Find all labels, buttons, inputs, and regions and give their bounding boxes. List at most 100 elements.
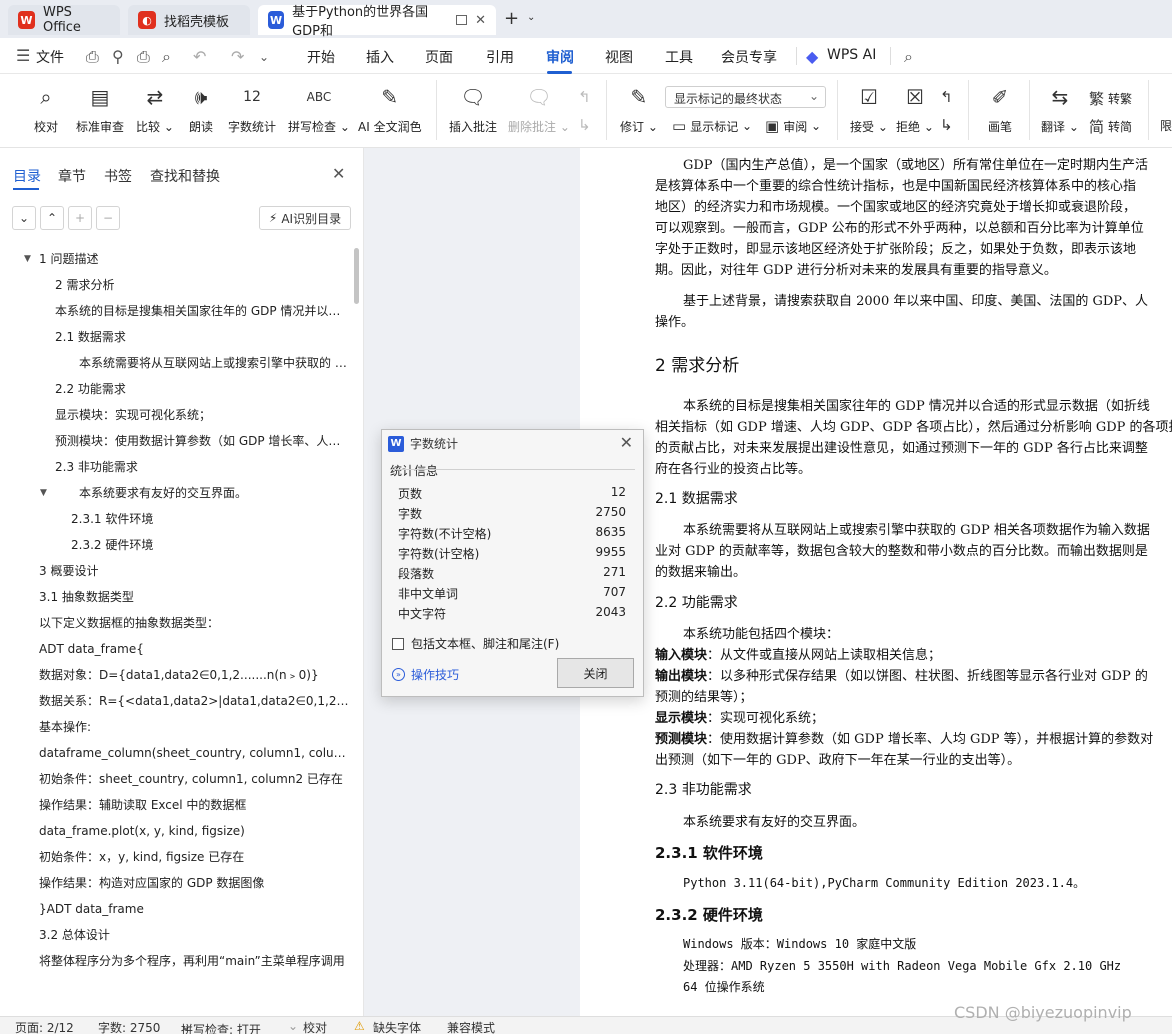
nav-tab-toc[interactable]: 目录 [13,166,41,186]
nav-tab-find-replace[interactable]: 查找和替换 [150,166,220,186]
limit-button[interactable]: 限 [1160,117,1172,134]
collapse-all-icon[interactable]: ⌄ [12,206,36,230]
nav-tab-bookmark[interactable]: 书签 [104,166,132,186]
insert-comment-button[interactable]: 🗨 插入批注 [449,82,497,135]
toc-item[interactable]: data_frame.plot(x, y, kind, figsize) [0,818,350,844]
expand-up-icon[interactable]: ⌃ [40,206,64,230]
delete-comment-button[interactable]: 🗨 删除批注 ⌄ [508,82,570,135]
toc-item[interactable]: 将整体程序分为多个程序，再利用“main”主菜单程序调用 [0,948,350,974]
toc-item[interactable]: 3 概要设计 [0,558,350,584]
close-tab-icon[interactable]: ✕ [475,13,486,28]
dialog-close-icon[interactable]: ✕ [620,433,633,452]
status-words[interactable]: 字数: 2750 [98,1019,160,1034]
toc-item[interactable]: 3.2 总体设计 [0,922,350,948]
include-textbox-checkbox[interactable]: 包括文本框、脚注和尾注(F) [392,635,559,652]
monitor-icon[interactable] [456,15,468,25]
status-missing-font[interactable]: 缺失字体 [373,1019,421,1034]
read-aloud-button[interactable]: 🕪 朗读 [186,82,216,135]
toc-item[interactable]: 显示模块：实现可视化系统； [0,402,350,428]
status-spell[interactable]: 拼写检查: 打开 ⌄ [181,1019,261,1034]
toc-item[interactable]: ADT data_frame{ [0,636,350,662]
toc-item[interactable]: 数据对象：D={data1,data2∈0,1,2.......n(n﹥0)} [0,662,350,688]
prev-comment-icon[interactable]: ↰ [578,88,595,106]
toc-item[interactable]: }ADT data_frame [0,896,350,922]
reject-button[interactable]: ☒ 拒绝 ⌄ [896,82,934,135]
new-tab-icon[interactable]: + [504,8,519,29]
to-simplified-button[interactable]: 简转简 [1089,116,1132,137]
menu-review[interactable]: 审阅 [546,47,574,67]
toc-item[interactable]: 2 需求分析 [0,272,350,298]
toc-item[interactable]: 预测模块：使用数据计算参数（如 GDP 增长率、人均 GDP 等） [0,428,350,454]
toc-item[interactable]: 操作结果：辅助读取 Excel 中的数据框 [0,792,350,818]
menu-reference[interactable]: 引用 [486,47,514,67]
compare-button[interactable]: ⇄ 比较 ⌄ [136,82,174,135]
search-icon[interactable]: ⌕ [904,47,913,67]
pen-button[interactable]: ✐ 画笔 [985,82,1015,135]
prev-change-icon[interactable]: ↰ [940,88,957,106]
tab-document[interactable]: W 基于Python的世界各国GDP和 ✕ [258,5,496,39]
hamburger-icon[interactable]: ☰ [16,46,30,65]
next-change-icon[interactable]: ↳ [940,116,957,134]
undo-icon[interactable]: ↶ [193,47,206,66]
print-icon[interactable]: ⎙ [137,47,150,67]
standard-review-button[interactable]: ▤ 标准审查 [76,82,124,135]
close-panel-icon[interactable]: ✕ [332,164,345,183]
expand-arrow-icon[interactable]: ▼ [40,488,47,498]
toc-item[interactable]: 2.1 数据需求 [0,324,350,350]
toc-item[interactable]: 本系统需要将从互联网站上或搜索引擎中获取的 GDP 相关各项数据 [0,350,350,376]
check-button[interactable]: ⌕ 校对 [31,82,61,135]
close-button[interactable]: 关闭 [557,658,634,688]
ai-toc-button[interactable]: ⚡ AI识别目录 [259,206,351,230]
translate-button[interactable]: ⇆ 翻译 ⌄ [1041,82,1079,135]
markup-select[interactable]: 显示标记的最终状态 ⌄ [665,86,826,108]
more-chevron-icon[interactable]: ⌄ [259,50,269,64]
status-page[interactable]: 页面: 2/12 [15,1019,74,1034]
toc-item[interactable]: 本系统要求有友好的交互界面。 [0,480,350,506]
toc-item[interactable]: 3.1 抽象数据类型 [0,584,350,610]
spell-check-button[interactable]: ABC 拼写检查 ⌄ [288,82,350,135]
status-dropdown-icon[interactable]: ⌄ [288,1019,298,1033]
toc-item[interactable]: 操作结果：构造对应国家的 GDP 数据图像 [0,870,350,896]
tips-link[interactable]: » 操作技巧 [392,666,459,683]
nav-tab-chapter[interactable]: 章节 [58,166,86,186]
show-markup-button[interactable]: ▭ 显示标记 ⌄ [672,117,752,135]
remove-heading-icon[interactable]: − [96,206,120,230]
toc-item[interactable]: 以下定义数据框的抽象数据类型： [0,610,350,636]
toc-item[interactable]: 1 问题描述 [0,246,350,272]
toc-item[interactable]: 数据关系：R={<data1,data2>|data1,data2∈0,1,2.… [0,688,350,714]
menu-insert[interactable]: 插入 [366,47,394,67]
revise-button[interactable]: ✎ 修订 ⌄ [620,82,658,135]
menu-file[interactable]: 文件 [36,47,64,67]
menu-tools[interactable]: 工具 [665,47,693,67]
toc-item[interactable]: 2.3.1 软件环境 [0,506,350,532]
print-preview-icon[interactable]: ⌕ [162,47,171,67]
save-icon[interactable]: ⎙ [86,47,99,67]
status-compat[interactable]: 兼容模式 [447,1019,495,1034]
toc-item[interactable]: 2.2 功能需求 [0,376,350,402]
tab-template[interactable]: ◐ 找稻壳模板 [128,5,250,35]
nav-scrollbar[interactable] [354,248,359,304]
accept-button[interactable]: ☑ 接受 ⌄ [850,82,888,135]
toc-item[interactable]: 初始条件：x，y, kind, figsize 已存在 [0,844,350,870]
tab-wps-office[interactable]: W WPS Office [8,5,120,35]
to-traditional-button[interactable]: 繁转繁 [1089,88,1132,109]
link-icon[interactable]: ⚲ [112,47,124,66]
expand-arrow-icon[interactable]: ▼ [24,254,31,264]
word-count-button[interactable]: 12 字数统计 [228,82,276,135]
menu-wps-ai[interactable]: WPS AI [827,47,876,63]
toc-item[interactable]: 基本操作: [0,714,350,740]
toc-item[interactable]: dataframe_column(sheet_country, column1,… [0,740,350,766]
next-comment-icon[interactable]: ↳ [578,116,595,134]
add-heading-icon[interactable]: + [68,206,92,230]
tab-list-chevron-icon[interactable]: ⌄ [527,12,535,23]
menu-page[interactable]: 页面 [425,47,453,67]
toc-item[interactable]: 本系统的目标是搜集相关国家往年的 GDP 情况并以合适的形式显示数据 [0,298,350,324]
menu-home[interactable]: 开始 [307,47,335,67]
redo-icon[interactable]: ↷ [231,47,244,66]
menu-member[interactable]: 会员专享 [721,47,777,67]
ai-polish-button[interactable]: ✎ AI 全文润色 [358,82,422,135]
toc-item[interactable]: 初始条件：sheet_country, column1, column2 已存在 [0,766,350,792]
toc-item[interactable]: 2.3.2 硬件环境 [0,532,350,558]
review-pane-button[interactable]: ▣ 审阅 ⌄ [765,117,821,135]
status-check[interactable]: 校对 [303,1019,327,1034]
